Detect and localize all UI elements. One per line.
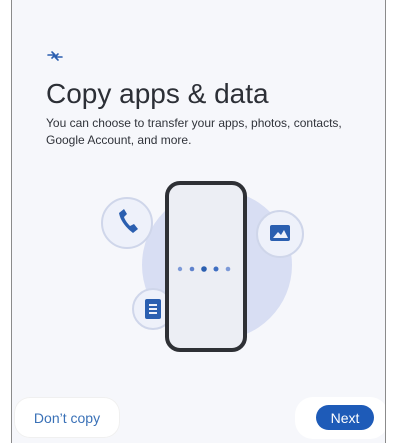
page-title: Copy apps & data (46, 78, 269, 109)
transfer-arrows-icon (47, 51, 63, 61)
image-bubble (256, 210, 304, 258)
next-button[interactable]: Next (316, 405, 374, 430)
transfer-illustration (101, 181, 304, 352)
dont-copy-button[interactable]: Don’t copy (14, 397, 120, 438)
page-description: You can choose to transfer your apps, ph… (46, 116, 342, 147)
image-icon (270, 225, 290, 241)
phone-bubble (101, 197, 153, 249)
phone-screen: Copy apps & data You can choose to trans… (11, 0, 386, 443)
next-button-highlight: Next (295, 397, 385, 439)
setup-screen: Copy apps & data You can choose to trans… (0, 0, 396, 443)
device-mockup (165, 181, 247, 352)
